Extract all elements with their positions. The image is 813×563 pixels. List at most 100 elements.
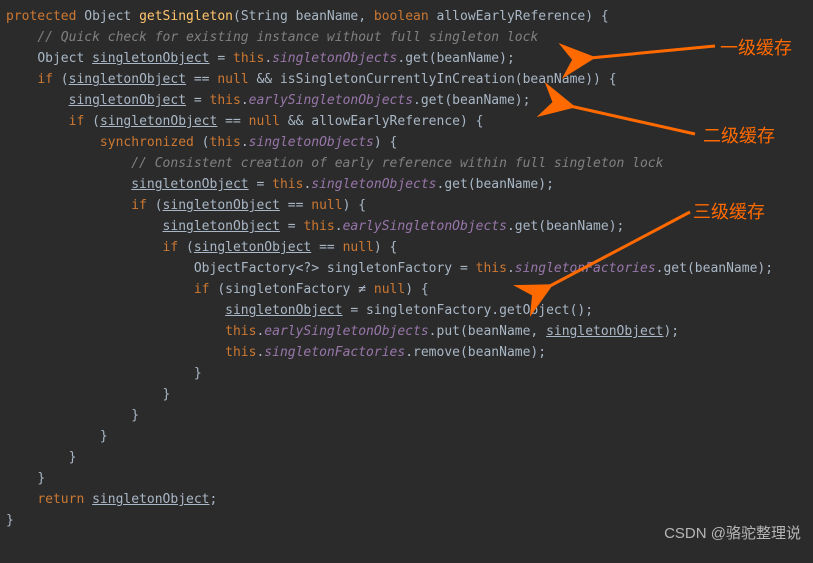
kw-this: this bbox=[225, 345, 256, 360]
kw: return bbox=[37, 492, 84, 507]
param: allowEarlyReference bbox=[311, 114, 460, 129]
brace: } bbox=[100, 429, 108, 444]
kw-null: null bbox=[343, 240, 374, 255]
punct: , bbox=[358, 9, 374, 24]
op: = bbox=[249, 177, 272, 192]
kw-null: null bbox=[374, 282, 405, 297]
var: singletonObject bbox=[92, 492, 209, 507]
brace: } bbox=[69, 450, 77, 465]
brace: } bbox=[37, 471, 45, 486]
code-block: protected Object getSingleton ( String bea… bbox=[0, 0, 813, 531]
punct: . bbox=[491, 303, 499, 318]
field: earlySingletonObjects bbox=[264, 324, 428, 339]
kw-this: this bbox=[272, 177, 303, 192]
punct: ) { bbox=[343, 198, 366, 213]
punct: . bbox=[405, 345, 413, 360]
field: singletonFactories bbox=[264, 345, 405, 360]
op: = bbox=[186, 93, 209, 108]
kw: synchronized bbox=[100, 135, 194, 150]
punct: . bbox=[429, 324, 437, 339]
kw-null: null bbox=[311, 198, 342, 213]
op: == bbox=[217, 114, 248, 129]
punct: (beanName); bbox=[468, 177, 554, 192]
call: isSingletonCurrentlyInCreation bbox=[280, 72, 515, 87]
space bbox=[84, 492, 92, 507]
var: singletonObject bbox=[69, 93, 186, 108]
punct: . bbox=[241, 135, 249, 150]
kw-this: this bbox=[476, 261, 507, 276]
op: = bbox=[343, 303, 366, 318]
punct: ) { bbox=[374, 135, 397, 150]
var: singletonFactory bbox=[225, 282, 350, 297]
call: get bbox=[515, 219, 538, 234]
call: get bbox=[663, 261, 686, 276]
punct: . bbox=[507, 219, 515, 234]
punct: ( bbox=[53, 72, 69, 87]
call: singletonFactory bbox=[366, 303, 491, 318]
brace: } bbox=[163, 387, 171, 402]
call: remove bbox=[413, 345, 460, 360]
punct: (beanName); bbox=[460, 345, 546, 360]
var: singletonObject bbox=[546, 324, 663, 339]
field: singletonObjects bbox=[311, 177, 436, 192]
punct: ( bbox=[147, 198, 163, 213]
call: getObject bbox=[499, 303, 569, 318]
punct: . bbox=[335, 219, 343, 234]
kw: if bbox=[37, 72, 53, 87]
comment: // Quick check for existing instance wit… bbox=[37, 30, 538, 45]
param: beanName bbox=[296, 9, 359, 24]
call: put bbox=[437, 324, 460, 339]
var: singletonFactory bbox=[327, 261, 452, 276]
punct: . bbox=[507, 261, 515, 276]
op: == bbox=[186, 72, 217, 87]
comment: // Consistent creation of early referenc… bbox=[131, 156, 663, 171]
punct: ; bbox=[210, 492, 218, 507]
punct: ( bbox=[178, 240, 194, 255]
punct: ) { bbox=[460, 114, 483, 129]
op: = bbox=[280, 219, 303, 234]
kw-this: this bbox=[303, 219, 334, 234]
kw-this: this bbox=[210, 135, 241, 150]
punct: ) { bbox=[405, 282, 428, 297]
kw-this: this bbox=[225, 324, 256, 339]
brace: } bbox=[6, 513, 14, 528]
brace: } bbox=[194, 366, 202, 381]
op: == bbox=[280, 198, 311, 213]
punct: ); bbox=[663, 324, 679, 339]
kw-this: this bbox=[233, 51, 264, 66]
kw-null: null bbox=[249, 114, 280, 129]
kw: if bbox=[194, 282, 210, 297]
op: && bbox=[249, 72, 280, 87]
punct: ( bbox=[84, 114, 100, 129]
type: Object bbox=[84, 9, 131, 24]
op: = bbox=[452, 261, 475, 276]
punct: (beanName, bbox=[460, 324, 546, 339]
field: earlySingletonObjects bbox=[343, 219, 507, 234]
field: singletonObjects bbox=[272, 51, 397, 66]
kw: if bbox=[131, 198, 147, 213]
op: && bbox=[280, 114, 311, 129]
type: String bbox=[241, 9, 288, 24]
punct: . bbox=[264, 51, 272, 66]
brace: } bbox=[131, 408, 139, 423]
type: Object bbox=[37, 51, 92, 66]
type: ObjectFactory<?> bbox=[194, 261, 327, 276]
call: get bbox=[405, 51, 428, 66]
call: get bbox=[421, 93, 444, 108]
op: == bbox=[311, 240, 342, 255]
kw: if bbox=[163, 240, 179, 255]
var: singletonObject bbox=[131, 177, 248, 192]
punct: (beanName)) { bbox=[515, 72, 617, 87]
punct: (); bbox=[570, 303, 593, 318]
var: singletonObject bbox=[194, 240, 311, 255]
punct: (beanName); bbox=[538, 219, 624, 234]
var: singletonObject bbox=[92, 51, 209, 66]
var: singletonObject bbox=[163, 198, 280, 213]
op: ≠ bbox=[350, 282, 373, 297]
field: earlySingletonObjects bbox=[249, 93, 413, 108]
var: singletonObject bbox=[100, 114, 217, 129]
punct: . bbox=[413, 93, 421, 108]
method-name: getSingleton bbox=[139, 9, 233, 24]
kw: protected bbox=[6, 9, 76, 24]
punct: ) { bbox=[374, 240, 397, 255]
